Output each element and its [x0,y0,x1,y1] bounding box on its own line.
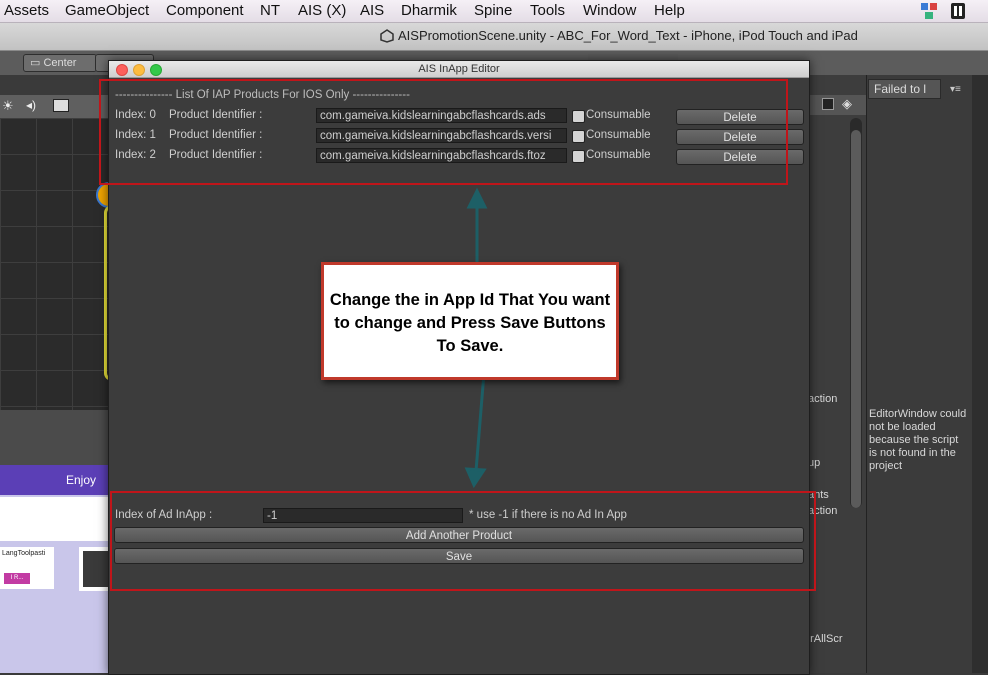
arrow-up-head [466,187,488,209]
arrow-down-head [464,467,487,489]
arrow-down-line [474,372,486,472]
instruction-callout: Change the in App Id That You want to ch… [321,262,619,380]
callout-text: Change the in App Id That You want to ch… [329,291,611,355]
